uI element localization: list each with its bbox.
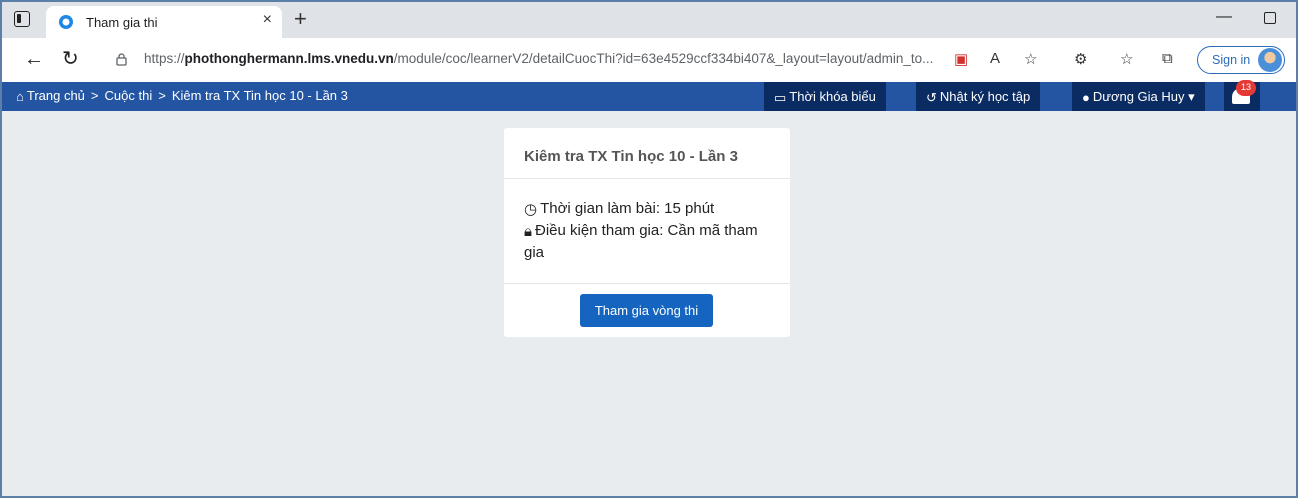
user-menu-button[interactable]: ● Dương Gia Huy ▾ [1072,82,1205,111]
caret-down-icon: ▾ [1188,89,1195,104]
reload-icon[interactable]: ↻ [62,46,79,71]
browser-window: Tham gia thi × + — ← ↻ https://phothongh… [0,0,1298,498]
url-host: phothonghermann.lms.vnedu.vn [184,51,394,66]
url-path: /module/coc/learnerV2/detailCuocThi?id=6… [393,51,934,66]
collections-icon[interactable]: ⧉ [1162,50,1173,67]
duration-row: ◷ Thời gian làm bài: 15 phút [524,198,774,220]
read-aloud-icon[interactable]: A [990,50,1000,67]
user-circle-icon: ● [1082,90,1090,105]
tab-close-icon[interactable]: × [263,11,272,29]
profile-avatar [1258,48,1282,72]
app-available-icon[interactable]: ▣ [954,50,968,68]
browser-toolbar: ← ↻ https://phothonghermann.lms.vnedu.vn… [2,38,1296,82]
card-footer: Tham gia vòng thi [504,283,790,337]
notifications-button[interactable]: 13 [1224,80,1260,111]
learning-log-button[interactable]: ↺ Nhật ký học tập [916,82,1041,111]
active-tab[interactable]: Tham gia thi × [46,6,282,38]
breadcrumb-separator: > [90,88,99,103]
condition-text: Điều kiện tham gia: Cần mã tham gia [524,222,758,261]
breadcrumb-contests[interactable]: Cuộc thi [105,88,153,103]
card-header: Kiêm tra TX Tin học 10 - Lần 3 [504,128,790,179]
extensions-icon[interactable]: ⚙ [1074,50,1087,68]
home-icon: ⌂ [16,89,24,104]
sign-in-label: Sign in [1212,53,1251,67]
tab-actions-icon[interactable] [14,11,30,27]
card-body: ◷ Thời gian làm bài: 15 phút 🔒︎ Điều kiện … [524,198,774,263]
address-bar[interactable]: https://phothonghermann.lms.vnedu.vn/mod… [108,44,1058,76]
join-contest-button[interactable]: Tham gia vòng thi [580,294,713,327]
lock-icon [116,53,127,66]
lock-icon: 🔒︎ [524,223,532,240]
breadcrumb-current: Kiêm tra TX Tin học 10 - Lần 3 [171,88,348,103]
site-navbar: ⌂ Trang chủ > Cuộc thi > Kiêm tra TX Tin học … [2,80,1296,111]
minimize-button[interactable]: — [1216,8,1232,26]
favorite-star-icon[interactable]: ☆ [1024,50,1037,68]
card-title: Kiêm tra TX Tin học 10 - Lần 3 [524,148,738,165]
new-tab-button[interactable]: + [294,6,307,32]
contest-card: Kiêm tra TX Tin học 10 - Lần 3 ◷ Thời gia… [504,128,790,337]
sign-in-button[interactable]: Sign in [1197,46,1285,74]
learning-log-label: Nhật ký học tập [939,89,1031,104]
timetable-label: Thời khóa biểu [789,89,876,104]
tab-strip: Tham gia thi × + — [2,2,1296,38]
breadcrumb: ⌂ Trang chủ > Cuộc thi > Kiêm tra TX Tin học … [16,88,348,104]
condition-row: 🔒︎ Điều kiện tham gia: Cần mã tham gia [524,220,774,263]
breadcrumb-separator: > [158,88,166,103]
timetable-button[interactable]: ▭ Thời khóa biểu [764,82,886,111]
restore-button[interactable] [1264,12,1276,24]
edge-favicon-icon [59,15,73,29]
history-icon: ↺ [926,90,937,105]
url-scheme: https:// [144,51,185,66]
url-text: https://phothonghermann.lms.vnedu.vn/mod… [144,51,933,66]
calendar-icon: ▭ [774,90,787,105]
duration-text: Thời gian làm bài: 15 phút [540,200,715,217]
back-arrow-icon[interactable]: ← [24,48,44,71]
breadcrumb-home[interactable]: Trang chủ [27,88,85,103]
favorites-icon[interactable]: ☆ [1120,50,1133,68]
clock-icon: ◷ [524,201,538,218]
notification-badge: 13 [1236,80,1256,96]
user-name: Dương Gia Huy [1092,89,1185,104]
tab-title: Tham gia thi [86,15,158,30]
